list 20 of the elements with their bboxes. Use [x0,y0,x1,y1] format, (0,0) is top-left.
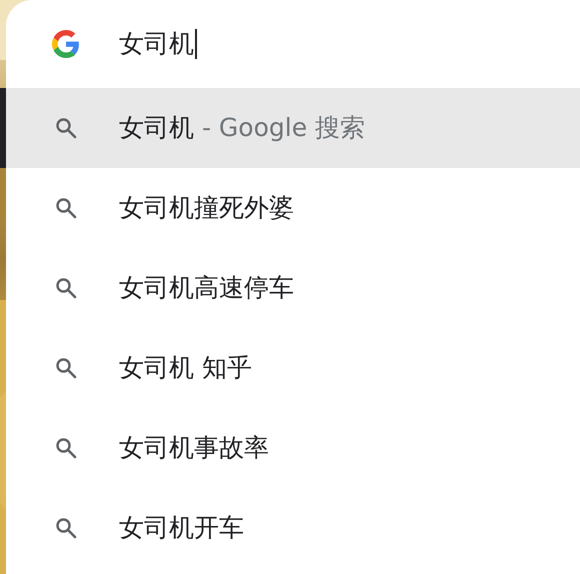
search-icon [55,437,77,459]
suggestion-item[interactable]: 女司机撞死外婆 [6,168,580,248]
suggestion-text: 女司机撞死外婆 [119,192,294,224]
search-icon [55,117,77,139]
suggestion-text: 女司机 知乎 [119,352,252,384]
search-icon [55,517,77,539]
suggestion-item[interactable]: 女司机 - Google 搜索 [6,88,580,168]
search-icon [55,277,77,299]
suggestion-text: 女司机事故率 [119,432,269,464]
search-input[interactable]: 女司机 [119,29,197,59]
suggestion-item[interactable]: 女司机事故率 [6,408,580,488]
search-icon [55,357,77,379]
suggestion-item[interactable]: 女司机开车 [6,488,580,568]
suggestion-text: 女司机 - Google 搜索 [119,112,366,144]
search-icon [55,197,77,219]
suggestion-text: 女司机开车 [119,512,244,544]
suggestion-text: 女司机高速停车 [119,272,294,304]
suggestion-item[interactable]: 女司机高速停车 [6,248,580,328]
google-logo-icon [52,30,80,58]
suggestion-item[interactable]: 女司机 知乎 [6,328,580,408]
